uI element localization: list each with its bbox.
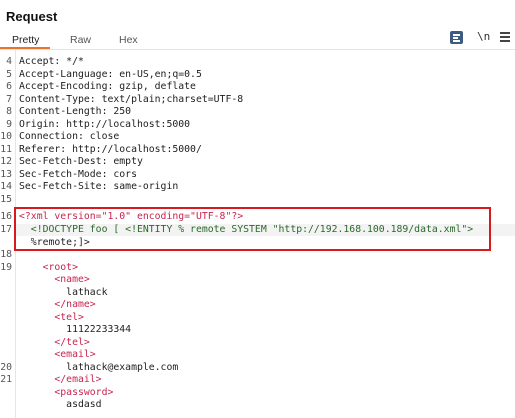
hamburger-menu-icon[interactable]: [499, 29, 511, 43]
line-text: Accept-Encoding: gzip, deflate: [19, 81, 196, 92]
line-text: Sec-Fetch-Dest: empty: [19, 156, 143, 167]
line-number: 15: [0, 193, 12, 205]
line-number: 17: [0, 224, 12, 235]
code-line: 20 lathack@example.com: [0, 362, 515, 374]
tab-pretty[interactable]: Pretty: [12, 34, 39, 46]
line-number: 7: [6, 93, 12, 105]
xml-value: lathack@example.com: [19, 361, 179, 373]
xml-tag: <email>: [19, 349, 96, 360]
line-number: 14: [0, 181, 12, 192]
line-text: Accept: */*: [19, 56, 84, 67]
line-number: 12: [0, 156, 12, 167]
code-line: lathack: [0, 287, 515, 299]
line-number: 16: [0, 211, 12, 222]
line-text: Content-Type: text/plain;charset=UTF-8: [19, 93, 244, 105]
code-line: <email>: [0, 349, 515, 361]
xml-value: 11122233344: [19, 324, 132, 335]
code-line: 8 Content-Length: 250: [0, 106, 515, 118]
xml-tag: </name>: [19, 299, 96, 310]
line-number: 18: [0, 249, 12, 260]
code-line: 9 Origin: http://localhost:5000: [0, 119, 515, 131]
code-line: 5 Accept-Language: en-US,en;q=0.5: [0, 69, 515, 81]
code-line: 21 </email>: [0, 374, 515, 386]
line-number: 21: [0, 374, 12, 385]
code-line: 13 Sec-Fetch-Mode: cors: [0, 169, 515, 181]
line-number: 8: [6, 106, 12, 117]
line-number: 20: [0, 361, 12, 373]
code-line: 15: [0, 194, 515, 206]
code-line: 11 Referer: http://localhost:5000/: [0, 144, 515, 156]
line-text: Accept-Language: en-US,en;q=0.5: [19, 68, 202, 80]
code-line: asdasd: [0, 399, 515, 411]
line-number: 11: [0, 143, 12, 155]
code-line: 14 Sec-Fetch-Site: same-origin: [0, 181, 515, 193]
line-text: Origin: http://localhost:5000: [19, 118, 191, 130]
xml-tag: <password>: [19, 386, 114, 398]
line-number: 9: [6, 118, 12, 130]
line-text: Connection: close: [19, 131, 120, 142]
code-line: 19 <root>: [0, 262, 515, 274]
code-line: </tel>: [0, 337, 515, 349]
newline-toggle-button[interactable]: \n: [477, 30, 490, 43]
xml-tag: <name>: [19, 274, 90, 285]
code-line: 12 Sec-Fetch-Dest: empty: [0, 156, 515, 168]
line-number: 4: [6, 56, 12, 67]
line-number: 6: [6, 81, 12, 92]
tab-raw[interactable]: Raw: [70, 34, 91, 46]
code-line: <name>: [0, 274, 515, 286]
tab-hex[interactable]: Hex: [119, 34, 138, 46]
code-line: </name>: [0, 299, 515, 311]
line-text: Content-Length: 250: [19, 106, 132, 117]
panel-title: Request: [6, 9, 58, 24]
line-text: Sec-Fetch-Site: same-origin: [19, 181, 179, 192]
code-line: 11122233344: [0, 324, 515, 336]
code-line: <password>: [0, 387, 515, 399]
code-line: 4 Accept: */*: [0, 56, 515, 68]
code-line: 6 Accept-Encoding: gzip, deflate: [0, 81, 515, 93]
xml-tag: </tel>: [19, 336, 90, 348]
format-lines-icon[interactable]: [450, 31, 463, 44]
xml-value: lathack: [19, 286, 108, 298]
code-line: 10 Connection: close: [0, 131, 515, 143]
line-text: Sec-Fetch-Mode: cors: [19, 168, 137, 180]
line-number: 5: [6, 68, 12, 80]
xml-value: asdasd: [19, 399, 102, 410]
xml-tag: <root>: [19, 261, 78, 273]
highlighted-xxe-payload-box: [14, 207, 491, 251]
line-number: 13: [0, 168, 12, 180]
code-line: 7 Content-Type: text/plain;charset=UTF-8: [0, 94, 515, 106]
xml-tag: </email>: [19, 374, 102, 385]
line-number: 10: [0, 131, 12, 142]
code-line: <tel>: [0, 312, 515, 324]
line-text: Referer: http://localhost:5000/: [19, 143, 202, 155]
line-number: 19: [0, 261, 12, 273]
xml-tag: <tel>: [19, 311, 84, 323]
